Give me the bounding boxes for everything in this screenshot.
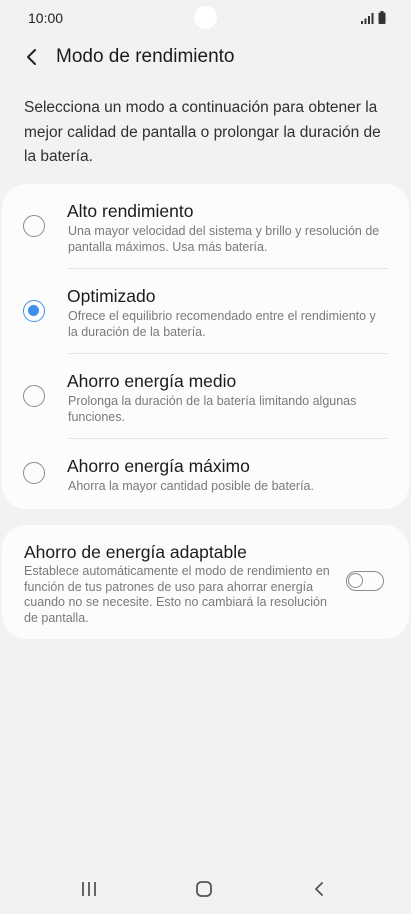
home-icon[interactable] [184, 876, 224, 902]
mode-description: Ofrece el equilibrio recomendado entre e… [68, 309, 376, 339]
mode-option-ahorro-medio[interactable]: Ahorro energía medio Prolonga la duració… [2, 354, 409, 439]
mode-title: Ahorro energía máximo [67, 456, 250, 476]
adaptive-toggle-switch[interactable] [346, 571, 384, 591]
mode-option-ahorro-maximo[interactable]: Ahorro energía máximo Ahorra la mayor ca… [2, 439, 409, 509]
toggle-knob [348, 573, 363, 588]
intro-text: Selecciona un modo a continuación para o… [24, 99, 381, 165]
mode-description: Una mayor velocidad del sistema y brillo… [68, 224, 380, 254]
app-bar: Modo de rendimiento [0, 40, 411, 74]
back-icon[interactable] [299, 876, 339, 902]
mode-option-alto-rendimiento[interactable]: Alto rendimiento Una mayor velocidad del… [2, 184, 409, 269]
status-bar: 10:00 [0, 0, 411, 36]
mode-title: Ahorro energía medio [67, 371, 237, 391]
mode-title: Alto rendimiento [67, 201, 194, 221]
radio-button[interactable] [23, 215, 45, 237]
status-icons [351, 10, 391, 26]
status-time: 10:00 [28, 10, 64, 26]
battery-icon [378, 11, 386, 24]
mode-option-optimizado[interactable]: Optimizado Ofrece el equilibrio recomend… [2, 269, 409, 354]
camera-cutout [194, 6, 217, 29]
radio-button[interactable] [23, 462, 45, 484]
mode-options-card: Alto rendimiento Una mayor velocidad del… [2, 184, 409, 509]
adaptive-description: Establece automáticamente el modo de ren… [24, 564, 330, 625]
signal-icon [361, 13, 374, 24]
page-title: Modo de rendimiento [56, 46, 235, 67]
adaptive-power-saving-card[interactable]: Ahorro de energía adaptable Establece au… [2, 525, 409, 639]
mode-description: Ahorra la mayor cantidad posible de bate… [68, 479, 314, 493]
radio-button-selected[interactable] [23, 300, 45, 322]
mode-description: Prolonga la duración de la batería limit… [68, 394, 357, 424]
mode-title: Optimizado [67, 286, 156, 306]
adaptive-title: Ahorro de energía adaptable [24, 542, 247, 562]
recents-icon[interactable] [69, 876, 109, 902]
radio-button[interactable] [23, 385, 45, 407]
navigation-bar [0, 860, 411, 914]
chevron-left-icon[interactable] [22, 46, 42, 68]
